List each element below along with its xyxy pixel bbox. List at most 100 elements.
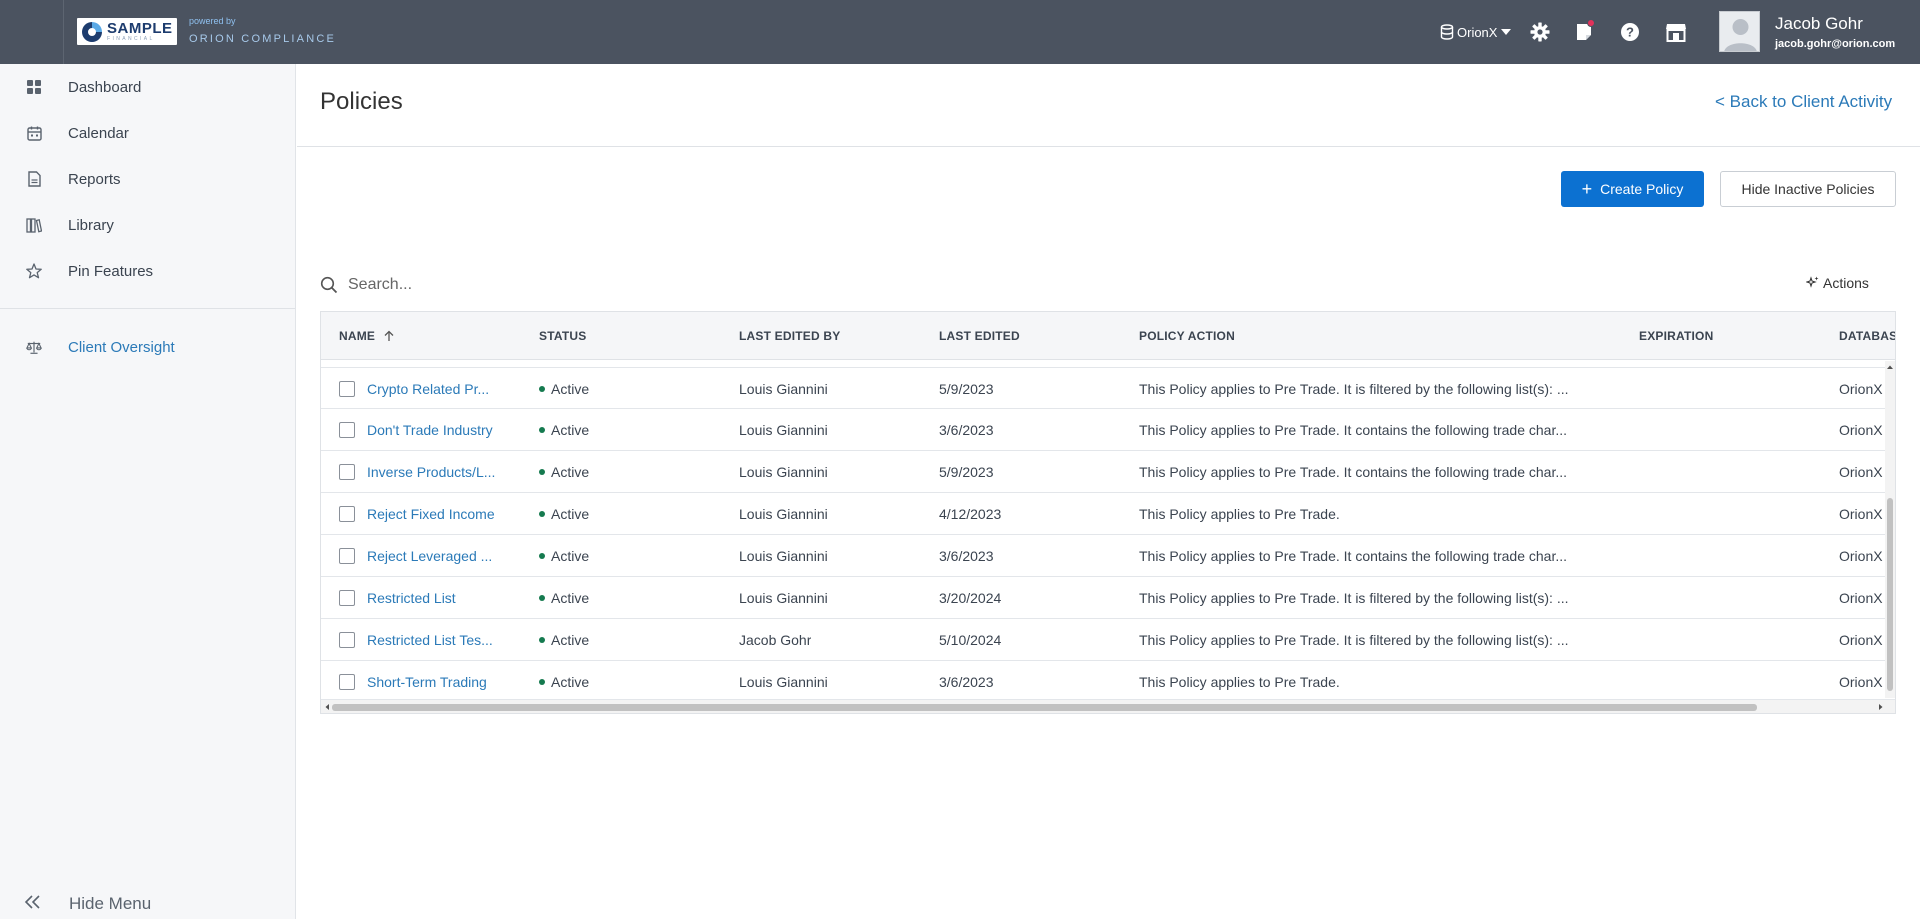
status-dot-icon (539, 637, 545, 643)
column-header-expiration[interactable]: EXPIRATION (1639, 312, 1713, 360)
settings-button[interactable] (1528, 20, 1552, 44)
help-button[interactable]: ? (1618, 20, 1642, 44)
row-checkbox[interactable] (339, 422, 355, 438)
status-cell: Active (539, 368, 589, 410)
database-selector[interactable]: OrionX (1440, 20, 1515, 44)
last-edited-by-cell: Louis Giannini (739, 381, 828, 397)
last-edited-cell: 3/6/2023 (939, 674, 994, 690)
user-name[interactable]: Jacob Gohr (1775, 14, 1863, 34)
row-checkbox[interactable] (339, 548, 355, 564)
vertical-scrollbar[interactable] (1885, 361, 1895, 698)
status-cell: Active (539, 661, 589, 703)
horizontal-scroll-thumb[interactable] (332, 704, 1757, 711)
table-row: Don't Trade Industry Active Louis Gianni… (321, 409, 1895, 451)
policy-action-cell: This Policy applies to Pre Trade. It con… (1139, 548, 1567, 564)
row-checkbox[interactable] (339, 381, 355, 397)
sidebar-item-label: Client Oversight (68, 338, 175, 356)
row-checkbox[interactable] (339, 674, 355, 690)
column-header-last-edited-by[interactable]: LAST EDITED BY (739, 312, 840, 360)
policy-name-link[interactable]: Don't Trade Industry (367, 409, 507, 451)
last-edited-by-cell: Jacob Gohr (739, 632, 812, 648)
back-to-client-activity-link[interactable]: < Back to Client Activity (1715, 92, 1892, 112)
row-checkbox[interactable] (339, 632, 355, 648)
top-bar: SAMPLE FINANCIAL powered by ORION COMPLI… (0, 0, 1920, 64)
policy-name-link[interactable]: Restricted List (367, 577, 507, 619)
create-policy-button[interactable]: + Create Policy (1561, 171, 1704, 207)
vertical-scroll-thumb[interactable] (1887, 498, 1893, 691)
hide-menu-button[interactable]: Hide Menu (0, 884, 295, 919)
notifications-button[interactable] (1572, 19, 1596, 44)
sidebar-item-label: Pin Features (68, 262, 154, 280)
policy-action-cell: This Policy applies to Pre Trade. (1139, 506, 1340, 522)
column-header-name[interactable]: NAME (339, 312, 395, 360)
policy-name-link[interactable]: Crypto Related Pr... (367, 368, 507, 410)
scale-icon (26, 339, 42, 355)
sidebar-divider (0, 308, 295, 309)
database-cell: OrionX (1839, 464, 1883, 480)
last-edited-by-cell: Louis Giannini (739, 506, 828, 522)
policy-name-link[interactable]: Restricted List Tes... (367, 619, 507, 661)
status-cell: Active (539, 535, 589, 577)
database-cell: OrionX (1839, 590, 1883, 606)
scroll-right-arrow-icon (1879, 704, 1883, 710)
sidebar-item-pin-features[interactable]: Pin Features (0, 251, 295, 291)
sidebar-item-client-oversight[interactable]: Client Oversight (0, 327, 295, 367)
column-header-last-edited[interactable]: LAST EDITED (939, 312, 1020, 360)
library-icon (26, 217, 42, 233)
search-input[interactable] (348, 276, 848, 294)
company-logo[interactable]: SAMPLE FINANCIAL (77, 18, 177, 45)
policy-name-link[interactable]: Reject Leveraged ... (367, 535, 507, 577)
table-row: Inverse Products/L... Active Louis Giann… (321, 451, 1895, 493)
last-edited-by-cell: Louis Giannini (739, 590, 828, 606)
last-edited-by-cell: Louis Giannini (739, 422, 828, 438)
sidebar: Dashboard Calendar Reports Library Pin F… (0, 64, 296, 919)
svg-text:?: ? (1626, 25, 1634, 40)
sidebar-item-dashboard[interactable]: Dashboard (0, 67, 295, 107)
actions-button[interactable]: Actions (1806, 275, 1869, 291)
status-dot-icon (539, 511, 545, 517)
status-cell: Active (539, 577, 589, 619)
marketplace-button[interactable] (1664, 20, 1688, 44)
column-header-status[interactable]: STATUS (539, 312, 586, 360)
last-edited-cell: 3/6/2023 (939, 548, 994, 564)
last-edited-by-cell: Louis Giannini (739, 548, 828, 564)
row-checkbox[interactable] (339, 506, 355, 522)
table-row: Short-Term Trading Active Louis Giannini… (321, 661, 1895, 703)
status-dot-icon (539, 427, 545, 433)
column-header-database[interactable]: DATABAS (1839, 312, 1895, 360)
hide-inactive-policies-button[interactable]: Hide Inactive Policies (1720, 171, 1896, 207)
powered-by-label: powered by (189, 16, 236, 26)
table-row: Restricted List Active Louis Giannini 3/… (321, 577, 1895, 619)
sidebar-item-calendar[interactable]: Calendar (0, 113, 295, 153)
last-edited-cell: 3/6/2023 (939, 422, 994, 438)
caret-down-icon (1501, 29, 1512, 35)
row-checkbox[interactable] (339, 464, 355, 480)
database-cell: OrionX (1839, 506, 1883, 522)
user-avatar-icon (1720, 12, 1759, 51)
table-header: NAME STATUS LAST EDITED BY LAST EDITED P… (321, 312, 1895, 360)
policy-name-link[interactable]: Inverse Products/L... (367, 451, 507, 493)
database-cell: OrionX (1839, 381, 1883, 397)
horizontal-scrollbar[interactable] (321, 699, 1895, 713)
table-row: Crypto Related Pr... Active Louis Gianni… (321, 367, 1895, 410)
reports-icon (26, 171, 42, 187)
create-policy-label: Create Policy (1600, 181, 1684, 197)
logo-name: SAMPLE (107, 20, 173, 37)
policy-action-cell: This Policy applies to Pre Trade. It is … (1139, 590, 1569, 606)
status-cell: Active (539, 451, 589, 493)
column-header-policy-action[interactable]: POLICY ACTION (1139, 312, 1235, 360)
logo-sub: FINANCIAL (107, 36, 155, 42)
policy-name-link[interactable]: Reject Fixed Income (367, 493, 507, 535)
status-cell: Active (539, 493, 589, 535)
sidebar-item-label: Library (68, 216, 114, 234)
last-edited-cell: 3/20/2024 (939, 590, 1002, 606)
policy-name-link[interactable]: Short-Term Trading (367, 661, 507, 703)
sidebar-item-library[interactable]: Library (0, 205, 295, 245)
last-edited-cell: 5/10/2024 (939, 632, 1002, 648)
row-checkbox[interactable] (339, 590, 355, 606)
last-edited-cell: 5/9/2023 (939, 381, 994, 397)
avatar[interactable] (1719, 11, 1760, 52)
sidebar-item-label: Dashboard (68, 78, 142, 96)
dashboard-icon (26, 79, 42, 95)
sidebar-item-reports[interactable]: Reports (0, 159, 295, 199)
